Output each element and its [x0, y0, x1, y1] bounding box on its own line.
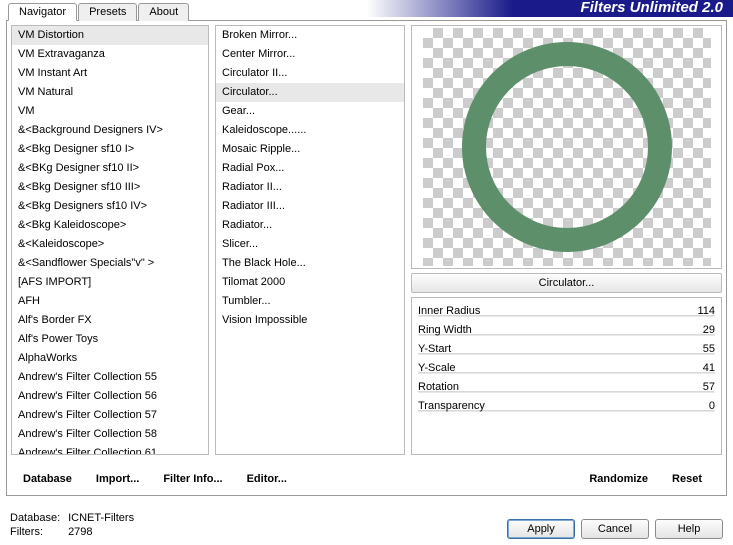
- category-panel: VM DistortionVM ExtravaganzaVM Instant A…: [11, 25, 209, 455]
- list-item[interactable]: Andrew's Filter Collection 58: [12, 425, 208, 444]
- list-item[interactable]: VM Extravaganza: [12, 45, 208, 64]
- param-value: 57: [703, 381, 715, 393]
- list-item[interactable]: AFH: [12, 292, 208, 311]
- slider-track[interactable]: [418, 391, 715, 393]
- param-value: 114: [697, 305, 715, 317]
- slider-track[interactable]: [418, 372, 715, 374]
- param-value: 41: [703, 362, 715, 374]
- tab-navigator[interactable]: Navigator: [8, 3, 77, 21]
- tab-bar: Navigator Presets About: [8, 2, 733, 20]
- list-item[interactable]: Circulator...: [216, 83, 404, 102]
- list-item[interactable]: Alf's Power Toys: [12, 330, 208, 349]
- apply-button[interactable]: Apply: [507, 519, 575, 539]
- bottom-link-bar: Database Import... Filter Info... Editor…: [15, 469, 718, 489]
- param-label: Inner Radius: [418, 305, 480, 317]
- param-row[interactable]: Y-Scale 41: [418, 359, 715, 376]
- param-label: Y-Scale: [418, 362, 456, 374]
- footer-database-value: ICNET-Filters: [68, 512, 134, 524]
- parameters-panel: Inner Radius 114 Ring Width 29 Y-Start 55 Y-Sc…: [411, 297, 722, 455]
- list-item[interactable]: Vision Impossible: [216, 311, 404, 330]
- footer-filters-label: Filters:: [10, 525, 65, 539]
- list-item[interactable]: VM Instant Art: [12, 64, 208, 83]
- list-item[interactable]: Center Mirror...: [216, 45, 404, 64]
- list-item[interactable]: Andrew's Filter Collection 56: [12, 387, 208, 406]
- database-button[interactable]: Database: [15, 469, 80, 489]
- list-item[interactable]: Radiator...: [216, 216, 404, 235]
- footer-info: Database: ICNET-Filters Filters: 2798: [10, 511, 134, 539]
- list-item[interactable]: &<Bkg Designer sf10 III>: [12, 178, 208, 197]
- randomize-button[interactable]: Randomize: [581, 469, 656, 489]
- param-value: 0: [709, 400, 715, 412]
- list-item[interactable]: Radial Pox...: [216, 159, 404, 178]
- editor-button[interactable]: Editor...: [239, 469, 295, 489]
- footer-buttons: Apply Cancel Help: [507, 519, 723, 539]
- list-item[interactable]: AlphaWorks: [12, 349, 208, 368]
- filter-panel: Broken Mirror...Center Mirror...Circulat…: [215, 25, 405, 455]
- list-item[interactable]: &<Kaleidoscope>: [12, 235, 208, 254]
- list-item[interactable]: VM Natural: [12, 83, 208, 102]
- list-item[interactable]: VM: [12, 102, 208, 121]
- help-button[interactable]: Help: [655, 519, 723, 539]
- list-item[interactable]: Radiator II...: [216, 178, 404, 197]
- param-row[interactable]: Rotation 57: [418, 378, 715, 395]
- preview-canvas: [423, 28, 711, 266]
- list-item[interactable]: Broken Mirror...: [216, 26, 404, 45]
- footer-filters-value: 2798: [68, 526, 92, 538]
- param-row[interactable]: Transparency 0: [418, 397, 715, 414]
- preview-frame: [411, 25, 722, 269]
- list-item[interactable]: Circulator II...: [216, 64, 404, 83]
- tab-about[interactable]: About: [138, 3, 189, 21]
- list-item[interactable]: &<BKg Designer sf10 II>: [12, 159, 208, 178]
- list-item[interactable]: Andrew's Filter Collection 61: [12, 444, 208, 454]
- list-item[interactable]: [AFS IMPORT]: [12, 273, 208, 292]
- list-item[interactable]: &<Background Designers IV>: [12, 121, 208, 140]
- param-value: 29: [703, 324, 715, 336]
- preview-panel: Circulator... Inner Radius 114 Ring Width 2…: [411, 25, 722, 455]
- list-item[interactable]: Kaleidoscope......: [216, 121, 404, 140]
- category-list[interactable]: VM DistortionVM ExtravaganzaVM Instant A…: [12, 26, 208, 454]
- param-row[interactable]: Y-Start 55: [418, 340, 715, 357]
- list-item[interactable]: &<Bkg Kaleidoscope>: [12, 216, 208, 235]
- selected-filter-name: Circulator...: [411, 273, 722, 293]
- footer: Database: ICNET-Filters Filters: 2798 Ap…: [10, 511, 723, 539]
- param-label: Y-Start: [418, 343, 451, 355]
- tab-presets[interactable]: Presets: [78, 3, 137, 21]
- list-item[interactable]: Mosaic Ripple...: [216, 140, 404, 159]
- main-panel: VM DistortionVM ExtravaganzaVM Instant A…: [6, 20, 727, 496]
- list-item[interactable]: Tumbler...: [216, 292, 404, 311]
- param-label: Transparency: [418, 400, 485, 412]
- param-row[interactable]: Inner Radius 114: [418, 302, 715, 319]
- list-item[interactable]: The Black Hole...: [216, 254, 404, 273]
- list-item[interactable]: Gear...: [216, 102, 404, 121]
- list-item[interactable]: Alf's Border FX: [12, 311, 208, 330]
- list-item[interactable]: Andrew's Filter Collection 57: [12, 406, 208, 425]
- reset-button[interactable]: Reset: [664, 469, 710, 489]
- param-label: Ring Width: [418, 324, 472, 336]
- import-button[interactable]: Import...: [88, 469, 147, 489]
- ring-icon: [462, 42, 672, 252]
- slider-track[interactable]: [418, 353, 715, 355]
- filter-info-button[interactable]: Filter Info...: [155, 469, 230, 489]
- list-item[interactable]: &<Sandflower Specials"v" >: [12, 254, 208, 273]
- list-item[interactable]: &<Bkg Designers sf10 IV>: [12, 197, 208, 216]
- list-item[interactable]: Radiator III...: [216, 197, 404, 216]
- list-item[interactable]: Tilomat 2000: [216, 273, 404, 292]
- list-item[interactable]: &<Bkg Designer sf10 I>: [12, 140, 208, 159]
- param-row[interactable]: Ring Width 29: [418, 321, 715, 338]
- param-label: Rotation: [418, 381, 459, 393]
- filter-list[interactable]: Broken Mirror...Center Mirror...Circulat…: [216, 26, 404, 454]
- list-item[interactable]: VM Distortion: [12, 26, 208, 45]
- param-value: 55: [703, 343, 715, 355]
- list-item[interactable]: Andrew's Filter Collection 55: [12, 368, 208, 387]
- footer-database-label: Database:: [10, 511, 65, 525]
- list-item[interactable]: Slicer...: [216, 235, 404, 254]
- cancel-button[interactable]: Cancel: [581, 519, 649, 539]
